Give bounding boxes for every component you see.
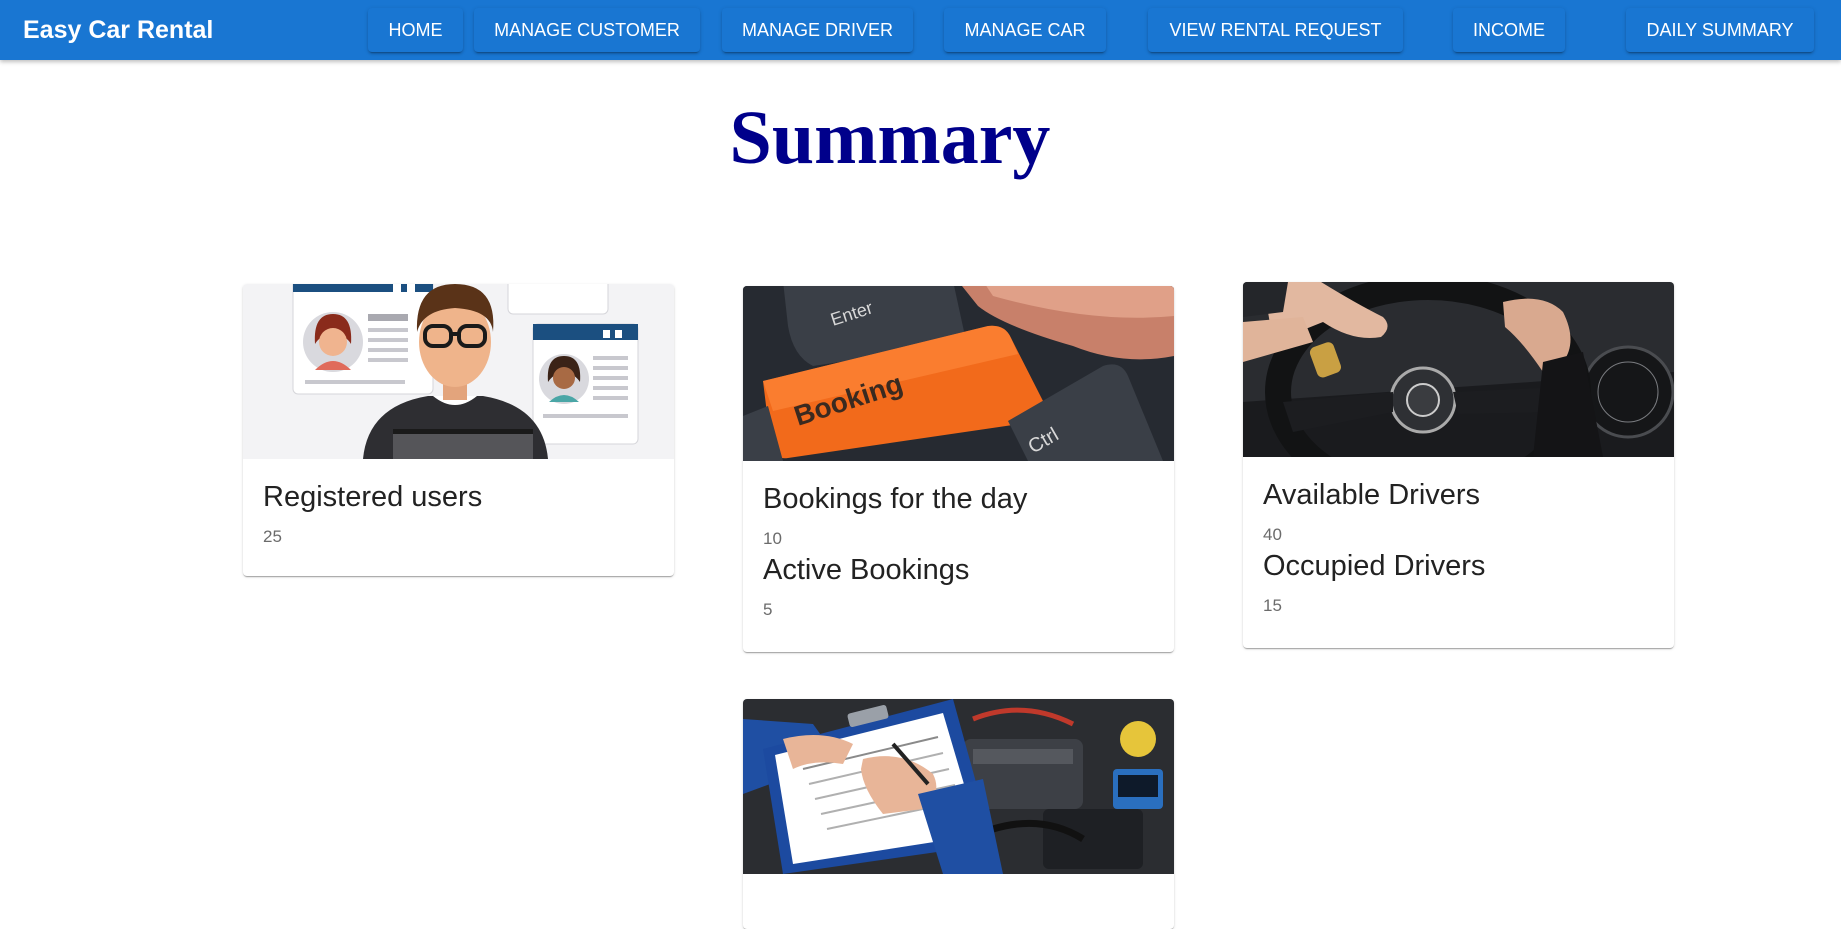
- nav-manage-driver-button[interactable]: MANAGE DRIVER: [722, 8, 913, 52]
- steering-wheel-image: [1243, 282, 1674, 457]
- nav-home-button[interactable]: HOME: [368, 8, 463, 52]
- nav-manage-car-button[interactable]: MANAGE CAR: [944, 8, 1106, 52]
- nav-daily-summary-button[interactable]: DAILY SUMMARY: [1626, 8, 1814, 52]
- mechanic-checklist-image: [743, 699, 1174, 874]
- active-bookings-value: 5: [763, 600, 773, 619]
- nav-view-rental-request-button[interactable]: VIEW RENTAL REQUEST: [1148, 8, 1403, 52]
- page-title: Summary: [729, 96, 1051, 180]
- registered-users-card: Registered users 25: [243, 284, 674, 576]
- bookings-card: Enter Booking Ctrl Bookings for the day …: [743, 286, 1174, 652]
- nav-manage-customer-button[interactable]: MANAGE CUSTOMER: [474, 8, 700, 52]
- booking-keyboard-image: Enter Booking Ctrl: [743, 286, 1174, 461]
- nav-income-button[interactable]: INCOME: [1453, 8, 1565, 52]
- top-app-bar: Easy Car Rental HOME MANAGE CUSTOMER MAN…: [0, 0, 1841, 60]
- users-illustration-image: [243, 284, 674, 459]
- registered-users-label: Registered users: [263, 481, 483, 513]
- occupied-drivers-label: Occupied Drivers: [1263, 550, 1486, 582]
- bookings-today-value: 10: [763, 529, 782, 548]
- registered-users-value: 25: [263, 527, 282, 546]
- available-drivers-value: 40: [1263, 525, 1282, 544]
- bookings-today-label: Bookings for the day: [763, 483, 1028, 515]
- available-drivers-label: Available Drivers: [1263, 479, 1481, 511]
- drivers-card: Available Drivers 40 Occupied Drivers 15: [1243, 282, 1674, 648]
- active-bookings-label: Active Bookings: [763, 554, 970, 586]
- occupied-drivers-value: 15: [1263, 596, 1282, 615]
- app-title[interactable]: Easy Car Rental: [23, 0, 213, 60]
- maintenance-card: [743, 699, 1174, 929]
